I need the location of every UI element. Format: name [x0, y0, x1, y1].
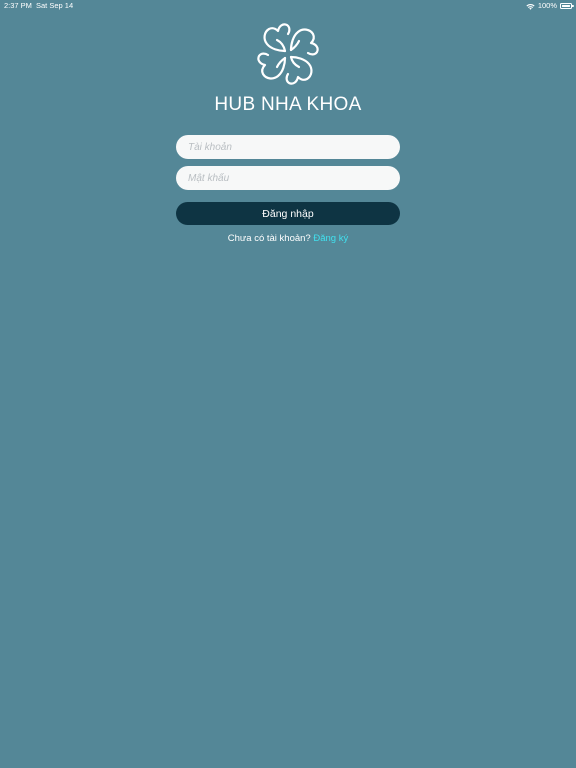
username-field-container: [176, 135, 400, 159]
password-field-container: [176, 166, 400, 190]
login-button[interactable]: Đăng nhập: [176, 202, 400, 225]
app-title: HUB NHA KHOA: [214, 94, 362, 115]
username-input[interactable]: [176, 135, 400, 159]
status-date: Sat Sep 14: [36, 1, 74, 10]
battery-percent: 100%: [537, 1, 557, 10]
password-input[interactable]: [176, 166, 400, 190]
tooth-clover-logo-icon: [257, 23, 319, 85]
battery-level: [562, 5, 570, 7]
status-right: 100%: [526, 0, 574, 12]
status-bar: 2:37 PM Sat Sep 14 100%: [0, 0, 576, 12]
battery-icon: [560, 3, 574, 9]
status-time: 2:37 PM: [4, 1, 32, 10]
wifi-icon: [526, 3, 535, 10]
register-link[interactable]: Đăng ký: [313, 233, 348, 244]
register-prompt: Chưa có tài khoản?: [227, 233, 311, 244]
register-prompt-line: Chưa có tài khoản? Đăng ký: [0, 233, 576, 244]
